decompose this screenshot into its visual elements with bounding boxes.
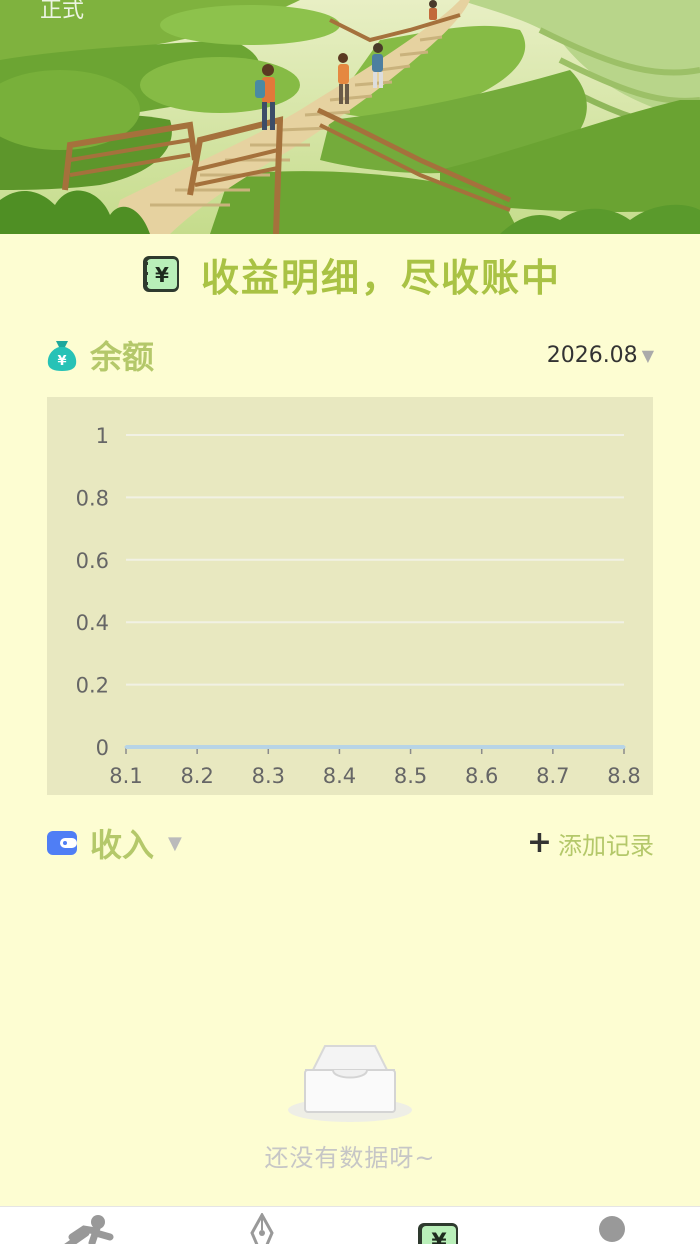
- caret-down-icon: ▼: [641, 345, 654, 365]
- avatar-icon: [599, 1216, 625, 1242]
- empty-state: 还没有数据呀~: [0, 1040, 700, 1173]
- empty-inbox-icon: [288, 1045, 412, 1122]
- svg-text:¥: ¥: [431, 1230, 447, 1244]
- y-tick-label: 1: [96, 424, 109, 448]
- income-dropdown[interactable]: 收入 ▼: [46, 820, 182, 866]
- page-title-row: ¥ 收益明细，尽收账中: [0, 246, 700, 302]
- y-tick-label: 0: [96, 736, 109, 760]
- yuan-card-icon: ¥: [142, 256, 179, 292]
- tab-profile[interactable]: [586, 1213, 646, 1244]
- x-tick-label: 8.3: [252, 764, 285, 788]
- x-tick-label: 8.2: [180, 764, 213, 788]
- page-title: 收益明细，尽收账中: [200, 255, 561, 300]
- svg-text:¥: ¥: [57, 354, 66, 369]
- money-bag-icon: ¥: [47, 341, 77, 371]
- x-tick-label: 8.4: [323, 764, 356, 788]
- balance-line-chart: 0 0.2 0.4 0.6 0.8 1 8.1 8.2 8.3 8.4 8.5 8.6 8.7 8.8: [76, 424, 641, 788]
- balance-title-group: ¥ 余额: [46, 332, 154, 378]
- balance-data-point: [266, 745, 270, 749]
- yuan-card-icon: ¥: [418, 1223, 458, 1244]
- pen-nib-icon: [250, 1211, 274, 1244]
- empty-state-text: 还没有数据呀~: [264, 1144, 436, 1172]
- svg-text:¥: ¥: [155, 263, 169, 287]
- balance-data-point: [195, 745, 199, 749]
- hero-banner: 正式: [0, 0, 700, 234]
- tab-pen[interactable]: [238, 1211, 298, 1244]
- x-tick-label: 8.5: [394, 764, 427, 788]
- x-tick-label: 8.7: [536, 764, 569, 788]
- x-tick-label: 8.6: [465, 764, 498, 788]
- balance-chart: 0 0.2 0.4 0.6 0.8 1 8.1 8.2 8.3 8.4 8.5 8.6 8.7 8.8: [47, 397, 653, 795]
- x-tick-label: 8.1: [109, 764, 142, 788]
- add-record-button[interactable]: + 添加记录: [527, 826, 654, 861]
- plus-icon: +: [526, 825, 552, 860]
- tab-sport[interactable]: [62, 1213, 122, 1244]
- balance-data-point: [409, 745, 413, 749]
- balance-header: ¥ 余额 2026.08 ▼: [46, 333, 654, 377]
- environment-tag: 正式: [40, 0, 85, 23]
- month-value: 2026.08: [546, 342, 638, 368]
- x-tick-label: 8.8: [607, 764, 640, 788]
- wallet-icon: [47, 831, 77, 855]
- running-person-icon: [64, 1215, 114, 1244]
- balance-data-point: [124, 745, 128, 749]
- y-tick-label: 0.2: [76, 674, 109, 698]
- balance-data-point: [622, 745, 626, 749]
- balance-data-point: [337, 745, 341, 749]
- month-picker[interactable]: 2026.08 ▼: [547, 343, 654, 368]
- tea-garden-illustration: [0, 0, 700, 234]
- balance-title: 余额: [90, 338, 155, 376]
- y-tick-label: 0.6: [76, 549, 109, 573]
- balance-data-point: [480, 745, 484, 749]
- income-header: 收入 ▼ + 添加记录: [46, 821, 654, 865]
- income-title: 收入: [90, 826, 155, 864]
- hiker-figure: [429, 0, 437, 20]
- bottom-tab-bar: ¥: [0, 1206, 700, 1244]
- caret-down-icon: ▼: [168, 832, 182, 854]
- add-record-label: 添加记录: [558, 831, 654, 860]
- y-tick-label: 0.4: [76, 611, 109, 635]
- y-tick-label: 0.8: [76, 486, 109, 510]
- tab-earnings[interactable]: ¥: [414, 1213, 474, 1244]
- balance-data-point: [551, 745, 555, 749]
